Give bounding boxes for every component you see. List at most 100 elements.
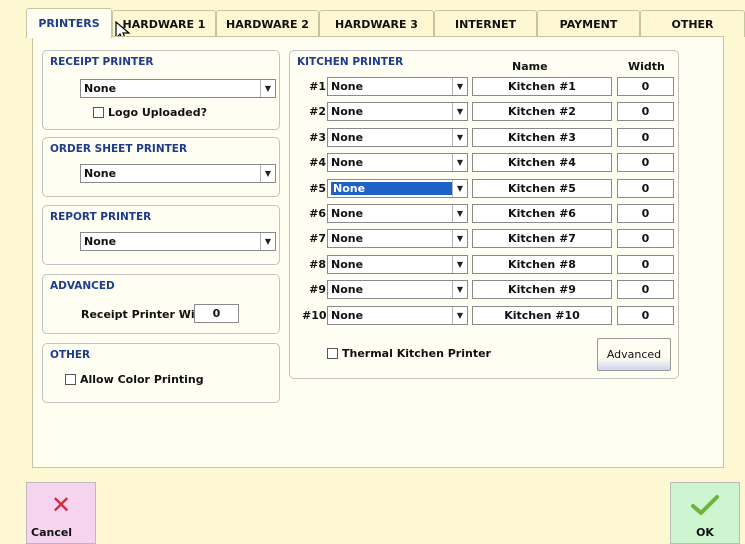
chevron-down-icon: ▼ — [452, 281, 467, 299]
kitchen-printer-number-label: #2 — [309, 105, 326, 119]
button-label: OK — [696, 526, 714, 539]
advanced-group: ADVANCED Receipt Printer Width 0 — [42, 274, 280, 334]
chevron-down-icon: ▼ — [452, 255, 467, 273]
chevron-down-icon: ▼ — [452, 306, 467, 324]
kitchen-printer-select[interactable]: None ▼ — [327, 280, 468, 300]
kitchen-printer-name-input[interactable]: Kitchen #6 — [472, 204, 612, 223]
kitchen-printer-name-input[interactable]: Kitchen #2 — [472, 102, 612, 122]
kitchen-printer-select[interactable]: None ▼ — [327, 305, 468, 325]
select-value: None — [331, 232, 364, 246]
kitchen-printer-select[interactable]: None ▼ — [327, 229, 468, 249]
kitchen-printer-width-input[interactable]: 0 — [617, 127, 674, 147]
kitchen-printer-number-label: #3 — [309, 130, 326, 144]
kitchen-printer-width-input[interactable]: 0 — [617, 280, 674, 300]
kitchen-printer-width-input[interactable]: 0 — [617, 153, 674, 173]
kitchen-printer-width-input[interactable]: 0 — [617, 305, 674, 325]
kitchen-printer-name-input[interactable]: Kitchen #9 — [472, 280, 612, 300]
select-value: None — [331, 181, 452, 195]
tab-label: OTHER — [671, 17, 714, 31]
chevron-down-icon: ▼ — [260, 233, 275, 250]
kitchen-printer-name-input[interactable]: Kitchen #10 — [472, 305, 612, 325]
tab-other[interactable]: OTHER — [640, 10, 745, 37]
group-title: RECEIPT PRINTER — [50, 56, 154, 68]
select-value: None — [331, 283, 364, 297]
kitchen-printer-name-input[interactable]: Kitchen #7 — [472, 229, 612, 249]
ok-button[interactable]: OK — [670, 482, 740, 544]
chevron-down-icon: ▼ — [452, 154, 467, 172]
kitchen-printer-number-label: #5 — [309, 181, 326, 195]
order-sheet-printer-group: ORDER SHEET PRINTER None ▼ — [42, 137, 280, 197]
chevron-down-icon: ▼ — [260, 165, 275, 182]
button-label: Advanced — [606, 348, 662, 361]
kitchen-printer-width-input[interactable]: 0 — [617, 102, 674, 122]
group-title: KITCHEN PRINTER — [297, 56, 404, 68]
tab-hardware-3[interactable]: HARDWARE 3 — [319, 10, 434, 37]
group-title: REPORT PRINTER — [50, 211, 152, 223]
allow-color-printing-checkbox[interactable]: Allow Color Printing — [65, 373, 204, 386]
kitchen-printer-name-input[interactable]: Kitchen #5 — [472, 178, 612, 198]
kitchen-printer-select[interactable]: None ▼ — [327, 102, 468, 122]
kitchen-printer-name-input[interactable]: Kitchen #1 — [472, 77, 612, 96]
kitchen-printer-select[interactable]: None ▼ — [327, 77, 468, 96]
button-label: Cancel — [31, 526, 73, 539]
select-value: None — [84, 167, 117, 180]
select-value: None — [84, 82, 117, 95]
receipt-printer-width-input[interactable]: 0 — [194, 304, 239, 323]
select-value: None — [331, 156, 364, 170]
checkbox-label: Thermal Kitchen Printer — [342, 347, 491, 360]
order-sheet-printer-select[interactable]: None ▼ — [80, 164, 276, 183]
select-value: None — [331, 105, 364, 119]
group-title: ADVANCED — [50, 280, 115, 292]
tab-hardware-2[interactable]: HARDWARE 2 — [216, 10, 319, 37]
cancel-button[interactable]: ✕ Cancel — [26, 482, 96, 544]
kitchen-printer-number-label: #9 — [309, 283, 326, 297]
kitchen-printer-name-input[interactable]: Kitchen #8 — [472, 254, 612, 274]
kitchen-printer-width-input[interactable]: 0 — [617, 178, 674, 198]
group-title: ORDER SHEET PRINTER — [50, 143, 188, 155]
tab-label: INTERNET — [454, 17, 516, 31]
kitchen-printer-number-label: #1 — [309, 80, 326, 93]
kitchen-printer-select[interactable]: None ▼ — [327, 204, 468, 223]
kitchen-printer-width-input[interactable]: 0 — [617, 254, 674, 274]
kitchen-printer-select[interactable]: None ▼ — [327, 153, 468, 173]
tab-label: HARDWARE 3 — [335, 17, 418, 31]
checkmark-icon — [691, 483, 719, 526]
tab-printers[interactable]: PRINTERS — [26, 8, 112, 38]
group-title: OTHER — [50, 349, 91, 361]
kitchen-printer-width-input[interactable]: 0 — [617, 77, 674, 96]
checkbox-box — [93, 107, 104, 118]
checkbox-box — [327, 348, 338, 359]
report-printer-select[interactable]: None ▼ — [80, 232, 276, 251]
select-value: None — [331, 130, 364, 144]
kitchen-printer-number-label: #8 — [309, 257, 326, 271]
tab-payment[interactable]: PAYMENT — [537, 10, 640, 37]
thermal-kitchen-printer-checkbox[interactable]: Thermal Kitchen Printer — [327, 347, 491, 360]
tab-internet[interactable]: INTERNET — [434, 10, 537, 37]
kitchen-printer-number-label: #10 — [302, 308, 327, 322]
advanced-button[interactable]: Advanced — [597, 338, 671, 371]
x-icon: ✕ — [50, 490, 72, 519]
chevron-down-icon: ▼ — [452, 78, 467, 95]
chevron-down-icon: ▼ — [452, 128, 467, 146]
tab-label: HARDWARE 1 — [122, 17, 206, 31]
kitchen-printer-select[interactable]: None ▼ — [327, 178, 468, 198]
checkbox-label: Allow Color Printing — [80, 373, 204, 386]
receipt-printer-select[interactable]: None ▼ — [80, 79, 276, 98]
kitchen-printer-select[interactable]: None ▼ — [327, 254, 468, 274]
kitchen-printer-number-label: #7 — [309, 232, 326, 246]
other-group: OTHER Allow Color Printing — [42, 343, 280, 403]
kitchen-printer-width-input[interactable]: 0 — [617, 229, 674, 249]
tab-label: HARDWARE 2 — [226, 17, 309, 31]
kitchen-printer-width-input[interactable]: 0 — [617, 204, 674, 223]
logo-uploaded-checkbox[interactable]: Logo Uploaded? — [93, 106, 207, 119]
receipt-printer-group: RECEIPT PRINTER None ▼ Logo Uploaded? — [42, 50, 280, 130]
kitchen-printer-name-input[interactable]: Kitchen #3 — [472, 127, 612, 147]
kitchen-printer-name-input[interactable]: Kitchen #4 — [472, 153, 612, 173]
tab-label: PRINTERS — [38, 17, 100, 30]
chevron-down-icon: ▼ — [452, 230, 467, 248]
kitchen-printer-select[interactable]: None ▼ — [327, 127, 468, 147]
kitchen-printer-number-label: #6 — [309, 207, 326, 220]
chevron-down-icon: ▼ — [260, 80, 275, 97]
kitchen-printer-number-label: #4 — [309, 156, 326, 170]
select-value: None — [331, 207, 364, 220]
